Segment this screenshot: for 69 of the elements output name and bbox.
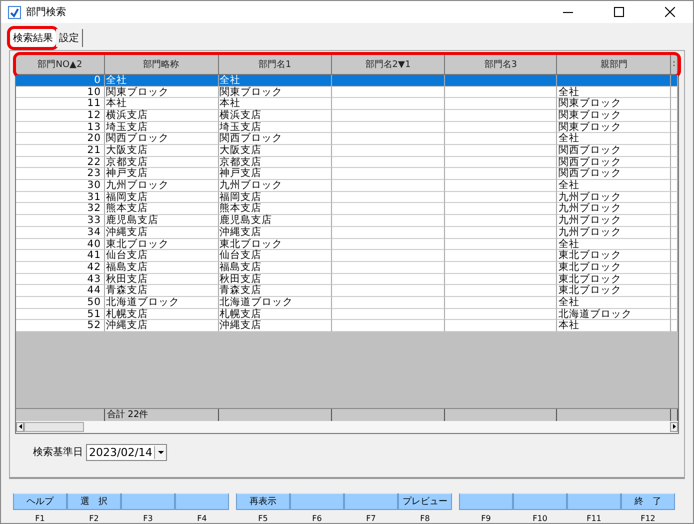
table-row[interactable]: 31 福岡支店 福岡支店 九州ブロック bbox=[16, 192, 678, 204]
table-row[interactable]: 50 北海道ブロック 北海道ブロック 全社 bbox=[16, 296, 678, 309]
table-row[interactable]: 12 横浜支店 横浜支店 関東ブロック bbox=[16, 110, 678, 122]
column-header[interactable]: 部門名2▼1 bbox=[332, 54, 445, 75]
table-cell: 沖縄支店 bbox=[218, 320, 332, 332]
table-cell: 52 bbox=[16, 320, 105, 332]
table-row[interactable]: 43 秋田支店 秋田支店 東北ブロック bbox=[16, 274, 678, 286]
scroll-left-icon[interactable] bbox=[16, 422, 24, 432]
function-key-button[interactable]: 終 了 bbox=[621, 493, 675, 510]
table-row[interactable]: 41 仙台支店 仙台支店 東北ブロック bbox=[16, 250, 678, 262]
table-row[interactable]: 30 九州ブロック 九州ブロック 全社 bbox=[16, 180, 678, 192]
function-key-label: F9 bbox=[481, 514, 491, 523]
column-header[interactable]: 部門略称 bbox=[104, 54, 219, 75]
function-key-button[interactable]: 選 択 bbox=[67, 493, 121, 510]
column-header[interactable]: 部門名1 bbox=[218, 54, 332, 75]
function-key-button[interactable] bbox=[344, 493, 398, 510]
table-row[interactable]: 40 東北ブロック 東北ブロック 全社 bbox=[16, 238, 678, 250]
column-header[interactable]: 部門名3 bbox=[444, 54, 558, 75]
function-key-button[interactable] bbox=[513, 493, 567, 510]
table-row[interactable]: 0 全社 全社 bbox=[16, 74, 678, 87]
table-row[interactable]: 52 沖縄支店 沖縄支店 本社 bbox=[16, 320, 678, 332]
column-header[interactable]: 親部門 bbox=[557, 54, 672, 75]
function-key-button[interactable] bbox=[459, 493, 513, 510]
scrollbar-thumb[interactable] bbox=[24, 422, 84, 432]
tab[interactable]: 検索結果 bbox=[10, 28, 56, 47]
close-icon[interactable] bbox=[665, 7, 675, 17]
function-key-button[interactable] bbox=[121, 493, 175, 510]
function-key-label: F11 bbox=[586, 514, 602, 523]
table-row[interactable]: 22 京都支店 京都支店 関西ブロック bbox=[16, 156, 678, 168]
table-row[interactable]: 13 埼玉支店 埼玉支店 関東ブロック bbox=[16, 122, 678, 134]
function-key-label: F3 bbox=[143, 514, 153, 523]
table-row[interactable]: 42 福島支店 福島支店 東北ブロック bbox=[16, 262, 678, 274]
function-key-label: F4 bbox=[197, 514, 207, 523]
function-key-label: F6 bbox=[312, 514, 322, 523]
function-key-label: F1 bbox=[35, 514, 45, 523]
table-row[interactable]: 32 熊本支店 熊本支店 九州ブロック bbox=[16, 203, 678, 216]
function-key-button[interactable] bbox=[175, 493, 229, 510]
dropdown-icon[interactable] bbox=[158, 450, 164, 454]
table-cell: 沖縄支店 bbox=[104, 320, 219, 332]
function-key-button[interactable] bbox=[567, 493, 621, 510]
maximize-icon[interactable] bbox=[614, 7, 624, 17]
function-key-label: F10 bbox=[532, 514, 548, 523]
table-row[interactable]: 10 関東ブロック 関東ブロック 全社 bbox=[16, 86, 678, 98]
table-cell: 本社 bbox=[557, 320, 672, 332]
app-icon bbox=[8, 6, 21, 18]
table-row[interactable]: 33 鹿児島支店 鹿児島支店 九州ブロック bbox=[16, 215, 678, 227]
column-header[interactable]: : bbox=[671, 54, 678, 75]
function-key-button[interactable]: ヘルプ bbox=[13, 493, 67, 510]
scroll-right-icon[interactable] bbox=[670, 422, 678, 432]
table-row[interactable]: 23 神戸支店 神戸支店 関西ブロック bbox=[16, 168, 678, 180]
date-label: 検索基準日 bbox=[33, 446, 83, 460]
function-key-label: F8 bbox=[420, 514, 430, 523]
table-row[interactable]: 20 関西ブロック 関西ブロック 全社 bbox=[16, 133, 678, 146]
table-row[interactable]: 11 本社 本社 関東ブロック bbox=[16, 98, 678, 110]
function-key-button[interactable] bbox=[290, 493, 344, 510]
table-row[interactable]: 34 沖縄支店 沖縄支店 九州ブロック bbox=[16, 226, 678, 239]
table-row[interactable]: 21 大阪支店 大阪支店 関西ブロック bbox=[16, 145, 678, 157]
date-field[interactable]: 2023/02/14 bbox=[86, 444, 168, 461]
function-key-label: F5 bbox=[258, 514, 268, 523]
function-key-label: F2 bbox=[89, 514, 99, 523]
window-title: 部門検索 bbox=[26, 6, 67, 19]
column-header[interactable]: 部門NO▲2 bbox=[16, 54, 105, 75]
function-key-button[interactable]: 再表示 bbox=[236, 493, 290, 510]
function-key-button[interactable]: プレビュー bbox=[398, 493, 452, 510]
table-row[interactable]: 51 札幌支店 札幌支店 北海道ブロック bbox=[16, 308, 678, 320]
table-row[interactable]: 44 青森支店 青森支店 東北ブロック bbox=[16, 285, 678, 297]
function-key-label: F7 bbox=[366, 514, 376, 523]
function-key-label: F12 bbox=[640, 514, 656, 523]
tab[interactable]: 設定 bbox=[56, 28, 83, 47]
